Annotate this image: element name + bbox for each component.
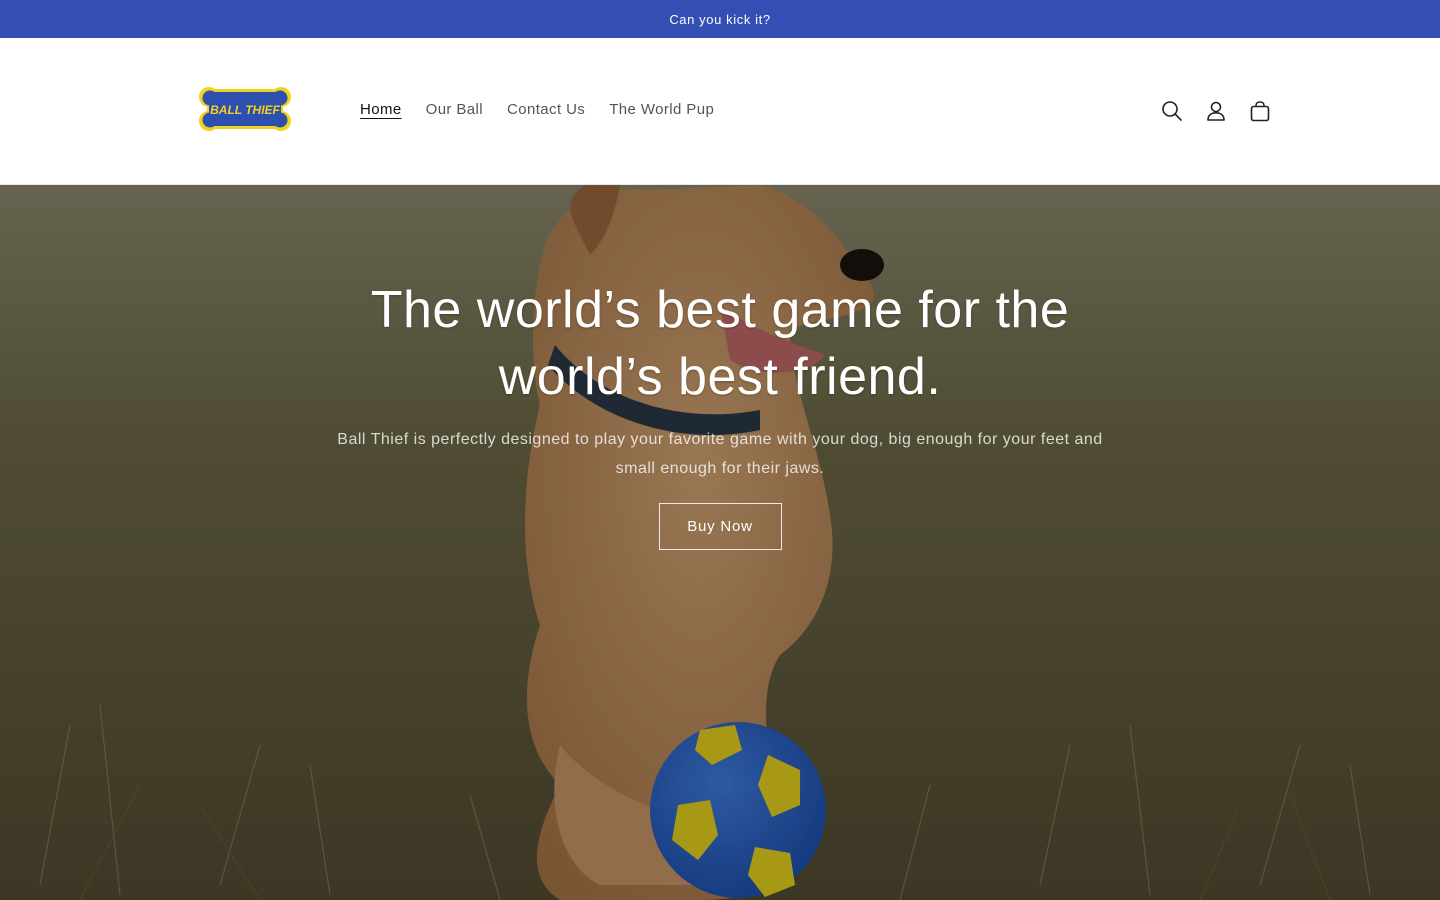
- cart-icon: [1250, 101, 1270, 122]
- site-header: BALL THIEF Home Our Ball Contact Us The …: [0, 38, 1440, 185]
- hero-title-line-1: The world’s best game for the: [370, 281, 1070, 339]
- nav-item-home[interactable]: Home: [348, 98, 414, 121]
- logo-text: BALL THIEF: [210, 103, 280, 117]
- hero-subtitle: Ball Thief is perfectly designed to play…: [337, 431, 1103, 477]
- nav-item-contact-us[interactable]: Contact Us: [495, 98, 597, 121]
- main-nav: Home Our Ball Contact Us The World Pup: [348, 98, 726, 121]
- header-icons: [1150, 89, 1282, 133]
- announcement-bar: Can you kick it?: [0, 0, 1440, 38]
- hero-title: The world’s best game for the world’s be…: [320, 277, 1120, 411]
- account-button[interactable]: [1194, 89, 1238, 133]
- account-icon: [1207, 101, 1225, 121]
- announcement-text: Can you kick it?: [669, 11, 771, 27]
- hero-content: The world’s best game for the world’s be…: [320, 277, 1120, 550]
- search-icon: [1162, 101, 1182, 121]
- hero-title-line-2: world’s best friend.: [498, 348, 942, 406]
- hero-banner: The world’s best game for the world’s be…: [0, 185, 1440, 900]
- search-button[interactable]: [1150, 89, 1194, 133]
- ball-thief-logo[interactable]: BALL THIEF: [199, 85, 291, 133]
- nav-item-the-world-pup[interactable]: The World Pup: [597, 98, 726, 121]
- buy-now-button[interactable]: Buy Now: [658, 503, 782, 550]
- nav-item-our-ball[interactable]: Our Ball: [414, 98, 495, 121]
- cart-button[interactable]: [1238, 89, 1282, 133]
